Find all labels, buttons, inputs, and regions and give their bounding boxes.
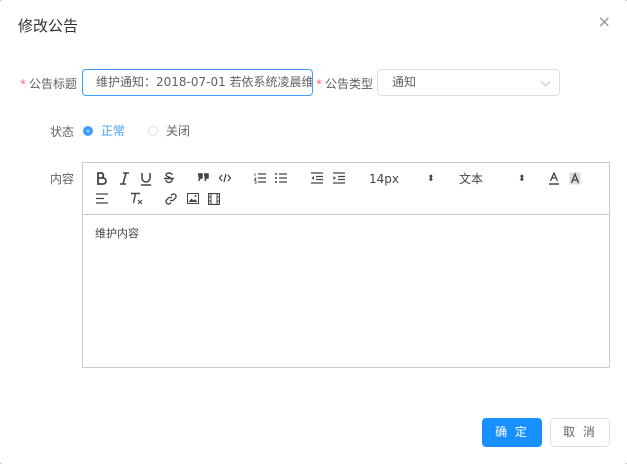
type-label: * 公告类型	[316, 77, 374, 91]
editor-toolbar: 14px ⬍ 文本 ⬍	[83, 163, 609, 215]
indent-decrease-icon[interactable]	[311, 172, 323, 184]
radio-unchecked-icon	[148, 125, 158, 136]
confirm-button[interactable]: 确 定	[482, 418, 542, 447]
blockquote-icon[interactable]	[197, 172, 209, 184]
link-icon[interactable]	[165, 193, 177, 205]
font-size-select[interactable]: 14px	[369, 172, 399, 186]
underline-icon[interactable]	[140, 172, 152, 186]
dialog-title: 修改公告	[18, 17, 79, 35]
chevron-updown-icon: ⬍	[518, 174, 526, 184]
chevron-down-icon	[540, 76, 551, 87]
clean-format-icon[interactable]	[130, 192, 143, 205]
video-icon[interactable]	[208, 193, 220, 205]
title-input[interactable]: 维护通知：2018-07-01 若依系统凌晨维护	[82, 69, 313, 96]
radio-checked-icon	[83, 125, 93, 136]
italic-icon[interactable]	[119, 172, 130, 185]
type-select[interactable]: 通知	[377, 69, 560, 96]
indent-increase-icon[interactable]	[333, 172, 345, 184]
chevron-updown-icon: ⬍	[427, 174, 435, 184]
title-label: * 公告标题	[20, 77, 78, 91]
ordered-list-icon[interactable]	[254, 172, 266, 184]
header-select[interactable]: 文本	[459, 172, 483, 186]
status-radio-normal[interactable]: 正常	[83, 122, 125, 139]
align-icon[interactable]	[96, 193, 108, 204]
background-color-icon[interactable]	[569, 172, 581, 185]
bullet-list-icon[interactable]	[275, 172, 287, 184]
status-radio-closed[interactable]: 关闭	[148, 122, 190, 139]
image-icon[interactable]	[187, 193, 199, 204]
strike-icon[interactable]	[163, 172, 175, 185]
close-icon[interactable]: ×	[598, 14, 611, 30]
rich-text-editor: 14px ⬍ 文本 ⬍ 维护内容	[82, 162, 610, 368]
bold-icon[interactable]	[96, 172, 107, 185]
editor-content[interactable]: 维护内容	[95, 225, 139, 241]
content-label: 内容	[50, 172, 75, 186]
font-color-icon[interactable]	[548, 172, 560, 185]
edit-notice-dialog: 修改公告 × * 公告标题 维护通知：2018-07-01 若依系统凌晨维护 * 公…	[0, 0, 627, 464]
code-block-icon[interactable]	[219, 173, 231, 183]
cancel-button[interactable]: 取 消	[550, 418, 610, 447]
status-label: 状态	[50, 125, 75, 139]
